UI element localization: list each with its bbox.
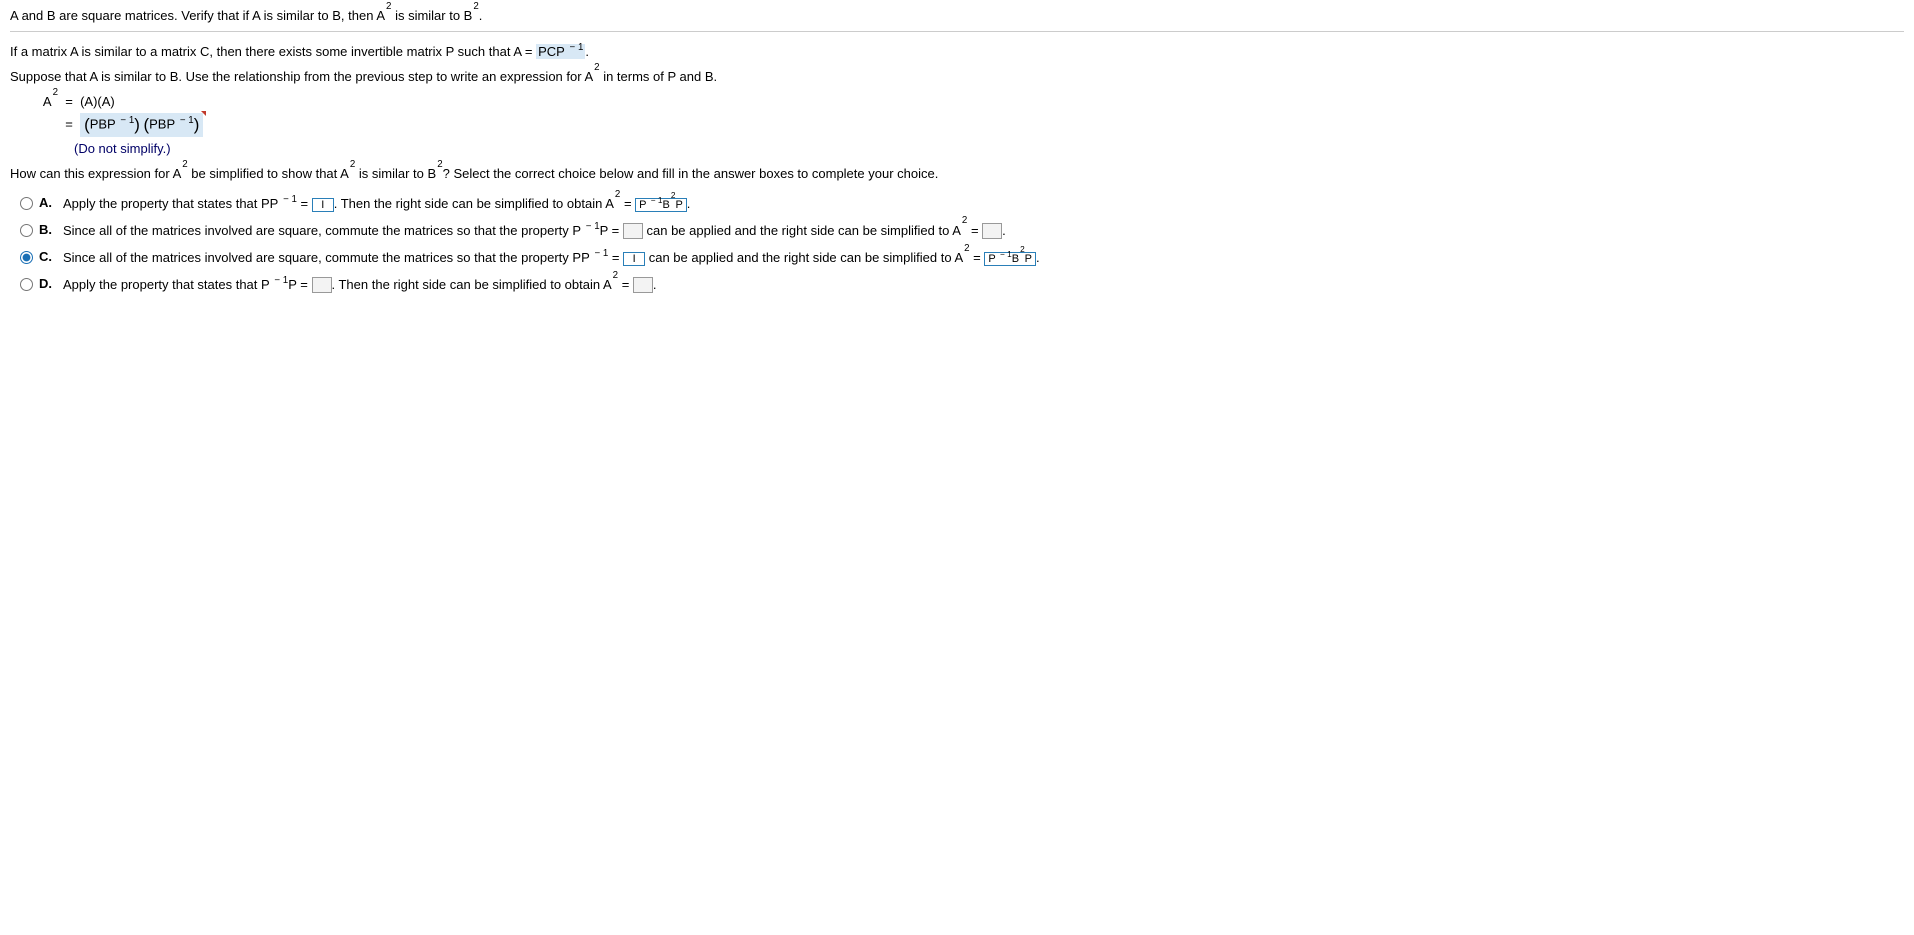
step1-answer-exp: − 1 [567, 42, 584, 53]
radio-choice-a[interactable] [20, 197, 33, 210]
step2-text-a: Suppose that A is similar to B. Use the … [10, 69, 593, 84]
choice-b-box2[interactable] [982, 223, 1002, 239]
choice-a-label: A. [39, 195, 55, 210]
choice-d-label: D. [39, 276, 55, 291]
q-s1: 2 [182, 159, 187, 170]
problem-sup2: 2 [473, 1, 478, 12]
edit-marker-icon [201, 111, 206, 116]
choice-c-box2[interactable]: P − 1B2P [984, 252, 1036, 266]
eq-rhs2-highlight: (PBP − 1) (PBP − 1) [80, 113, 203, 137]
step1-prefix: If a matrix A is similar to a matrix C, … [10, 44, 536, 59]
radio-choice-c[interactable] [20, 251, 33, 264]
problem-statement: A and B are square matrices. Verify that… [10, 8, 1904, 32]
choice-a-text: Apply the property that states that PP −… [63, 195, 690, 212]
radio-choice-b[interactable] [20, 224, 33, 237]
problem-sup1: 2 [386, 1, 391, 12]
eq-lhs1: A [43, 94, 52, 109]
choice-c-box1[interactable]: I [623, 252, 645, 266]
q-d: ? Select the correct choice below and fi… [443, 166, 939, 181]
q-s2: 2 [350, 159, 355, 170]
choice-c-row: C. Since all of the matrices involved ar… [20, 249, 1904, 266]
q-b: be simplified to show that A [188, 166, 349, 181]
eq-rhs2-term2: PBP [149, 117, 175, 132]
choice-a-box2[interactable]: P − 1B2P [635, 198, 687, 212]
choice-b-row: B. Since all of the matrices involved ar… [20, 222, 1904, 240]
step1-answer-highlight: PCP − 1 [536, 44, 585, 59]
eq-sign-1: = [65, 94, 73, 109]
choice-b-text: Since all of the matrices involved are s… [63, 222, 1006, 240]
problem-text-end: . [479, 8, 483, 23]
step-2-instruction: Suppose that A is similar to B. Use the … [10, 69, 1904, 84]
step2-sup: 2 [594, 62, 599, 73]
step-1: If a matrix A is similar to a matrix C, … [10, 44, 1904, 59]
eq-sign-2: = [65, 117, 73, 132]
choices-group: A. Apply the property that states that P… [20, 195, 1904, 293]
choice-a-row: A. Apply the property that states that P… [20, 195, 1904, 212]
choice-d-box1[interactable] [312, 277, 332, 293]
eq-rhs2-exp1: − 1 [118, 115, 135, 126]
choice-b-box1[interactable] [623, 223, 643, 239]
choice-d-text: Apply the property that states that P − … [63, 276, 657, 294]
problem-text: A and B are square matrices. Verify that… [10, 8, 385, 23]
q-a: How can this expression for A [10, 166, 181, 181]
eq-row-1: A2 = (A)(A) [26, 94, 1904, 109]
eq-rhs2-term1: PBP [90, 117, 116, 132]
eq-rhs2-exp2: − 1 [177, 115, 194, 126]
q-s3: 2 [437, 159, 442, 170]
simplify-question: How can this expression for A2 be simpli… [10, 166, 1904, 181]
step1-answer-base: PCP [538, 44, 565, 59]
choice-a-box1[interactable]: I [312, 198, 334, 212]
equation-block: A2 = (A)(A) = (PBP − 1) (PBP − 1) (Do no… [26, 94, 1904, 156]
eq-rhs1: (A)(A) [80, 94, 115, 109]
eq-note: (Do not simplify.) [74, 141, 1904, 156]
step1-suffix: . [585, 44, 589, 59]
choice-c-label: C. [39, 249, 55, 264]
eq-lhs1-sup: 2 [53, 87, 58, 98]
problem-text-tail: is similar to B [391, 8, 472, 23]
choice-d-row: D. Apply the property that states that P… [20, 276, 1904, 294]
step2-text-b: in terms of P and B. [600, 69, 718, 84]
choice-d-box2[interactable] [633, 277, 653, 293]
choice-c-text: Since all of the matrices involved are s… [63, 249, 1040, 266]
eq-row-2: = (PBP − 1) (PBP − 1) [26, 113, 1904, 137]
radio-choice-d[interactable] [20, 278, 33, 291]
choice-b-label: B. [39, 222, 55, 237]
q-c: is similar to B [355, 166, 436, 181]
